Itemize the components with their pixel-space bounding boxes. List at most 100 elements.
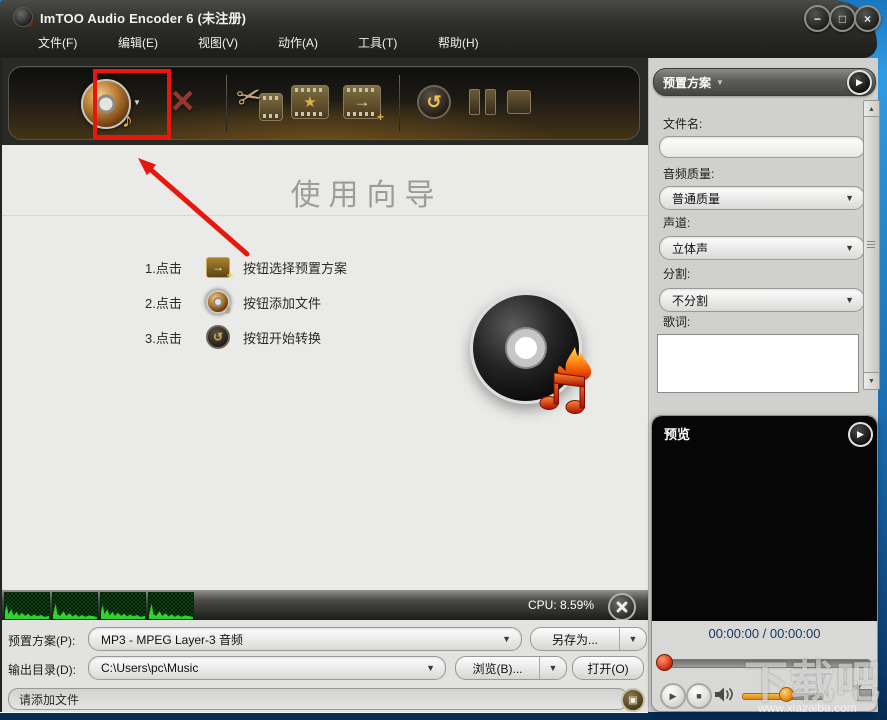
chevron-down-icon: ▼ bbox=[845, 193, 864, 203]
preset-value: MP3 - MPEG Layer-3 音频 bbox=[89, 631, 502, 648]
browse-dropdown-arrow[interactable]: ▼ bbox=[539, 657, 566, 679]
preset-panel: 预置方案 ▼ ▶ 文件名: 音频质量: 普通质量 ▼ 声道: 立体声 ▼ 分割:… bbox=[648, 58, 878, 712]
output-dir-combobox[interactable]: C:\Users\pc\Music ▼ bbox=[88, 656, 446, 680]
status-bar: 请添加文件 bbox=[8, 688, 628, 710]
menu-tools[interactable]: 工具(T) bbox=[358, 30, 438, 58]
toolbar-zone: ♪ ▼ × ✂ ★ → + ↺ bbox=[0, 58, 648, 145]
chevron-down-icon: ▼ bbox=[502, 634, 521, 644]
grid-icon: ▣ bbox=[628, 695, 637, 706]
split-label: 分割: bbox=[663, 265, 690, 282]
chevron-down-icon: ▼ bbox=[426, 663, 445, 673]
step-text: 按钮添加文件 bbox=[243, 293, 321, 312]
preview-title: 预览 bbox=[664, 424, 690, 443]
seek-slider-knob[interactable] bbox=[656, 654, 673, 671]
app-logo-icon: ♪ bbox=[13, 7, 33, 27]
effects-button[interactable]: ★ bbox=[291, 85, 329, 119]
step-number: 3.点击 bbox=[145, 328, 193, 347]
save-as-dropdown-arrow[interactable]: ▼ bbox=[619, 628, 646, 650]
start-encode-button[interactable]: ↺ bbox=[417, 85, 451, 119]
menu-help[interactable]: 帮助(H) bbox=[438, 30, 518, 58]
divider bbox=[0, 215, 648, 216]
step-text: 按钮开始转换 bbox=[243, 328, 321, 347]
stop-playback-button[interactable]: ■ bbox=[686, 683, 712, 709]
chevron-down-icon: ▼ bbox=[845, 295, 864, 305]
preset-combobox[interactable]: MP3 - MPEG Layer-3 音频 ▼ bbox=[88, 627, 522, 651]
music-note-icon: ♪ bbox=[122, 107, 133, 133]
pause-button[interactable] bbox=[469, 89, 496, 115]
menu-action[interactable]: 动作(A) bbox=[278, 30, 358, 58]
preset-panel-title: 预置方案 bbox=[654, 74, 711, 91]
start-convert-icon: ↺ bbox=[206, 325, 230, 349]
scroll-up-icon: ▲ bbox=[868, 106, 875, 113]
cpu-monitor-bar: CPU: 8.59% bbox=[0, 590, 648, 620]
convert-format-button[interactable]: → + bbox=[343, 85, 381, 119]
step-number: 2.点击 bbox=[145, 293, 193, 312]
chevron-down-icon: ▼ bbox=[711, 78, 847, 87]
title-bar: ♪ ImTOO Audio Encoder 6 (未注册) − □ × 文件(F… bbox=[0, 0, 877, 58]
plus-icon: + bbox=[377, 110, 384, 124]
filename-input[interactable] bbox=[659, 136, 865, 158]
preview-player: 预览 ▶ 00:00:00 / 00:00:00 ▶ ■ ★ bbox=[651, 415, 878, 712]
film-frame-icon bbox=[857, 689, 872, 701]
chevron-down-icon: ▼ bbox=[845, 243, 864, 253]
play-button[interactable]: ▶ bbox=[660, 683, 686, 709]
volume-knob[interactable] bbox=[779, 687, 794, 702]
preset-panel-header[interactable]: 预置方案 ▼ ▶ bbox=[653, 68, 876, 96]
scissors-icon: ✂ bbox=[234, 81, 265, 116]
menu-view[interactable]: 视图(V) bbox=[198, 30, 278, 58]
menu-bar: 文件(F) 编辑(E) 视图(V) 动作(A) 工具(T) 帮助(H) bbox=[0, 30, 678, 58]
trim-button[interactable]: ✂ bbox=[239, 81, 283, 123]
channel-label: 声道: bbox=[663, 214, 690, 231]
wizard-title: 使用向导 bbox=[85, 170, 648, 214]
wizard-area: 使用向导 1.点击 →+ 按钮选择预置方案 2.点击 ♪ 按钮添加文件 3.点击… bbox=[0, 145, 648, 590]
delete-button[interactable]: × bbox=[171, 81, 194, 121]
save-as-button[interactable]: 另存为... ▼ bbox=[530, 627, 647, 651]
open-button[interactable]: 打开(O) bbox=[572, 656, 644, 680]
play-icon: ▶ bbox=[670, 692, 677, 701]
seek-slider[interactable] bbox=[660, 659, 871, 668]
pause-bar-icon bbox=[469, 89, 480, 115]
stop-button[interactable] bbox=[507, 90, 531, 114]
cpu-usage-label: CPU: 8.59% bbox=[528, 598, 594, 612]
filename-label: 文件名: bbox=[663, 115, 702, 132]
close-button[interactable]: × bbox=[854, 5, 881, 32]
collapse-panel-button[interactable]: ▶ bbox=[847, 70, 872, 95]
menu-edit[interactable]: 编辑(E) bbox=[118, 30, 198, 58]
status-badge[interactable]: ▣ bbox=[621, 688, 645, 712]
playback-time: 00:00:00 / 00:00:00 bbox=[652, 626, 877, 641]
pause-bar-icon bbox=[485, 89, 496, 115]
maximize-icon: □ bbox=[839, 13, 846, 25]
step-text: 按钮选择预置方案 bbox=[243, 258, 347, 277]
cpu-graph-block bbox=[4, 592, 50, 620]
snapshot-button[interactable]: ★ bbox=[852, 683, 872, 701]
wizard-step-2: 2.点击 ♪ 按钮添加文件 bbox=[145, 290, 321, 314]
split-dropdown[interactable]: 不分割 ▼ bbox=[659, 288, 865, 312]
cpu-graph-block bbox=[100, 592, 146, 620]
lyrics-textarea[interactable] bbox=[657, 334, 859, 393]
delete-icon: × bbox=[171, 79, 194, 123]
wizard-step-1: 1.点击 →+ 按钮选择预置方案 bbox=[145, 255, 347, 279]
collapse-preview-button[interactable]: ▶ bbox=[848, 422, 873, 447]
scrollbar-down-button[interactable]: ▼ bbox=[863, 372, 880, 390]
step-number: 1.点击 bbox=[145, 258, 193, 277]
choose-preset-icon: →+ bbox=[206, 257, 230, 278]
flaming-note-icon bbox=[537, 345, 595, 415]
add-file-button[interactable]: ♪ bbox=[81, 79, 131, 129]
menu-file[interactable]: 文件(F) bbox=[38, 30, 118, 58]
output-dir-label: 输出目录(D): bbox=[8, 661, 76, 678]
add-file-dropdown-arrow[interactable]: ▼ bbox=[133, 98, 141, 107]
wizard-step-3: 3.点击 ↺ 按钮开始转换 bbox=[145, 325, 321, 349]
speaker-icon bbox=[714, 687, 736, 702]
tools-button[interactable] bbox=[608, 593, 636, 621]
quality-dropdown[interactable]: 普通质量 ▼ bbox=[659, 186, 865, 210]
arrow-right-icon: → bbox=[344, 92, 380, 112]
browse-button[interactable]: 浏览(B)... ▼ bbox=[455, 656, 567, 680]
preview-screen: 预览 ▶ bbox=[652, 416, 877, 621]
output-dir-value: C:\Users\pc\Music bbox=[89, 661, 426, 675]
close-icon: × bbox=[864, 13, 871, 25]
channel-dropdown[interactable]: 立体声 ▼ bbox=[659, 236, 865, 260]
maximize-button[interactable]: □ bbox=[829, 5, 856, 32]
scrollbar-thumb[interactable] bbox=[863, 116, 880, 374]
quality-label: 音频质量: bbox=[663, 165, 714, 182]
minimize-button[interactable]: − bbox=[804, 5, 831, 32]
